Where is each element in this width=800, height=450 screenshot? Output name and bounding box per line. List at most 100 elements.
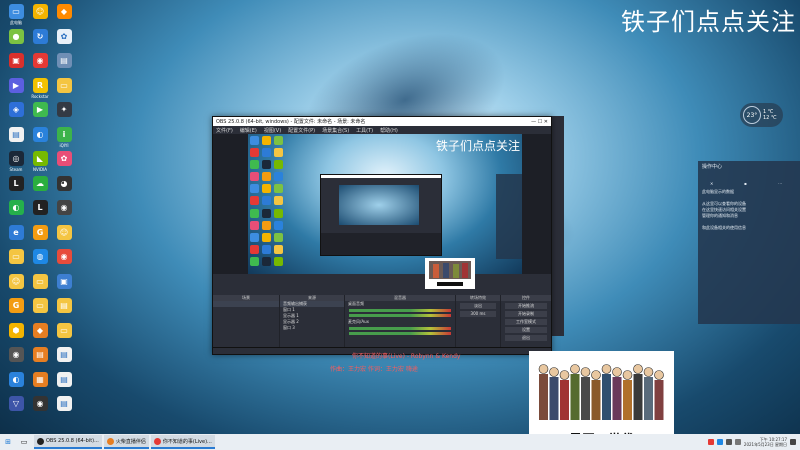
notification-icon[interactable]: [790, 439, 796, 445]
clock[interactable]: 下午 10:27:17 2021年5月23日 星期日: [744, 437, 787, 447]
desktop-icon[interactable]: ▭: [3, 249, 29, 265]
control-button[interactable]: 设置: [505, 327, 547, 333]
desktop-icon[interactable]: ◐: [27, 126, 53, 143]
taskbar-item[interactable]: 你不知道的事(Live)...: [150, 435, 215, 449]
desktop-icon[interactable]: ▤: [51, 396, 77, 412]
window-controls[interactable]: — ☐ ✕: [531, 119, 548, 125]
start-icon[interactable]: ⊞: [2, 436, 14, 448]
desktop-icon[interactable]: ◆: [51, 4, 77, 20]
desktop-icon[interactable]: ◍: [27, 249, 53, 265]
obs-menu-item[interactable]: 配置文件(P): [288, 127, 315, 134]
desktop-icon[interactable]: ▣: [51, 273, 77, 290]
sources-dock[interactable]: 来源 音频输出捕获 窗口 1 显示器 1 显示器 2 窗口 3: [280, 295, 344, 353]
desktop-icon[interactable]: ▤: [51, 347, 77, 363]
desktop-icon[interactable]: ◉: [51, 200, 77, 216]
desktop-icon[interactable]: ▭: [51, 77, 77, 94]
desktop-icon[interactable]: ✿: [51, 151, 77, 167]
more-icon[interactable]: ⋯: [778, 181, 788, 187]
desktop-icon[interactable]: ◉: [27, 53, 53, 69]
obs-menu-item[interactable]: 视图(V): [264, 127, 281, 134]
preview-desktop-icon: [250, 184, 259, 194]
obs-menu-item[interactable]: 场景集合(S): [322, 127, 349, 134]
obs-menu-item[interactable]: 编辑(E): [240, 127, 257, 134]
pin-icon[interactable]: ✕: [710, 181, 720, 187]
controls-dock[interactable]: 控件 开始推流 开始录制 工作室模式 设置 退出: [501, 295, 551, 353]
desktop-icon[interactable]: ●: [3, 28, 29, 45]
obs-menu-item[interactable]: 文件(F): [216, 127, 233, 134]
mixer-dock[interactable]: 混音器 桌面音频 麦克风/Aux: [345, 295, 455, 353]
taskbar-item-label: 你不知道的事(Live)...: [162, 438, 212, 445]
desktop-icon[interactable]: ↻: [27, 28, 53, 45]
desktop-icon[interactable]: ◉: [51, 249, 77, 265]
obs-menu-item[interactable]: 工具(T): [356, 127, 373, 134]
desktop-icon[interactable]: ▦: [27, 371, 53, 388]
desktop-icon[interactable]: ▶: [27, 102, 53, 118]
transition-duration[interactable]: 300 ms: [460, 311, 496, 317]
volume-icon[interactable]: [725, 439, 732, 445]
obs-menu-item[interactable]: 帮助(H): [380, 127, 398, 134]
desktop-icon[interactable]: R Rockstar: [27, 77, 53, 99]
desktop-icon[interactable]: ✦: [51, 102, 77, 118]
control-button[interactable]: 开始录制: [505, 311, 547, 317]
desktop-icon[interactable]: ◐: [3, 371, 29, 388]
desktop-icon[interactable]: ▤: [51, 371, 77, 388]
desktop-icon[interactable]: ✿: [51, 28, 77, 45]
obs-preview[interactable]: 铁子们点点关注: [213, 134, 551, 274]
tray-app-icon[interactable]: [707, 439, 714, 445]
desktop-icon[interactable]: ⬢: [3, 322, 29, 339]
desktop-icon[interactable]: ◉: [3, 347, 29, 363]
desktop-icon[interactable]: G: [3, 298, 29, 314]
desktop-icon[interactable]: i iQIYI: [51, 126, 77, 148]
source-item[interactable]: 窗口 3: [280, 325, 344, 331]
desktop-icon[interactable]: ▤: [51, 53, 77, 69]
desktop-icon[interactable]: ▣: [3, 53, 29, 69]
desktop-icon[interactable]: ◣ NVIDIA: [27, 151, 53, 172]
app-icon: ◉: [32, 396, 48, 411]
desktop-icon[interactable]: ▤: [27, 347, 53, 363]
taskbar-item[interactable]: 火柴直播伴侣: [103, 435, 149, 449]
tray-app-icon[interactable]: [716, 439, 723, 445]
task-view-icon[interactable]: ▭: [18, 436, 30, 448]
desktop-icon[interactable]: ▶: [3, 77, 29, 94]
desktop-icon[interactable]: ☺: [27, 4, 53, 20]
desktop-icon[interactable]: G: [27, 224, 53, 241]
volume-meter[interactable]: [349, 332, 451, 335]
taskbar-item[interactable]: OBS 25.0.8 (64-bit)...: [34, 435, 102, 449]
poster-figure: [560, 380, 569, 420]
network-icon[interactable]: [734, 439, 741, 445]
control-button[interactable]: 工作室模式: [505, 319, 547, 325]
scenes-dock[interactable]: 场景: [213, 295, 279, 353]
volume-meter[interactable]: [349, 327, 451, 330]
desktop-icon[interactable]: ▭: [27, 298, 53, 314]
scene-item[interactable]: [213, 301, 279, 307]
desktop-icon[interactable]: ☺: [3, 273, 29, 290]
preview-desktop-icon: [274, 172, 283, 182]
desktop-icon[interactable]: ◕: [51, 175, 77, 192]
bell-icon[interactable]: ▪: [744, 181, 754, 187]
desktop-icon[interactable]: ▽: [3, 396, 29, 412]
desktop-icon[interactable]: ☺: [51, 224, 77, 241]
desktop-icon[interactable]: ▭ 此电脑: [3, 4, 29, 25]
weather-widget[interactable]: 23° 1 ℃ 12 ℃: [740, 103, 783, 127]
transitions-dock[interactable]: 转场特效 淡出 300 ms: [456, 295, 500, 353]
volume-meter[interactable]: [349, 309, 451, 312]
desktop-icon[interactable]: ◆: [27, 322, 53, 339]
desktop-icon[interactable]: e: [3, 224, 29, 241]
desktop-icon[interactable]: ◐: [3, 200, 29, 216]
app-icon: ◕: [56, 175, 72, 191]
volume-meter[interactable]: [349, 314, 451, 317]
transition-select[interactable]: 淡出: [460, 303, 496, 309]
desktop-icon[interactable]: ◉: [27, 396, 53, 412]
control-button[interactable]: 退出: [505, 335, 547, 341]
obs-window[interactable]: OBS 25.0.8 (64-bit, windows) - 配置文件: 未命名…: [212, 116, 552, 355]
desktop-icon[interactable]: ▭: [51, 322, 77, 339]
desktop-icon[interactable]: ▤: [51, 298, 77, 314]
control-button[interactable]: 开始推流: [505, 303, 547, 309]
desktop-icon[interactable]: L: [27, 200, 53, 216]
desktop-icon[interactable]: ☁: [27, 175, 53, 192]
desktop-icon[interactable]: ▭: [27, 273, 53, 290]
desktop-icon[interactable]: ▤: [3, 126, 29, 143]
obs-titlebar[interactable]: OBS 25.0.8 (64-bit, windows) - 配置文件: 未命名…: [213, 117, 551, 126]
desktop-icon[interactable]: ◈: [3, 102, 29, 118]
desktop-icon[interactable]: L: [3, 175, 29, 192]
